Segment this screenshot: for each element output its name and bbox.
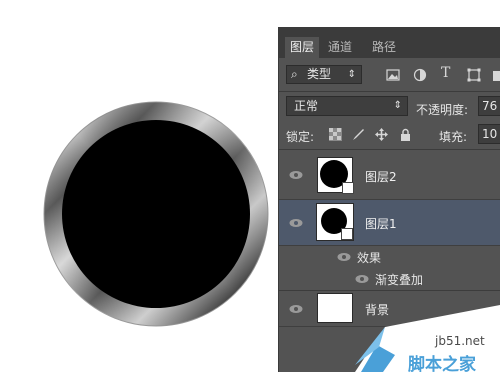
panel-tab-bar: 图层 通道 路径 (279, 28, 500, 58)
watermark-site: jb51.net (435, 334, 485, 348)
opacity-input[interactable]: 76 (478, 96, 500, 116)
tab-layers[interactable]: 图层 (285, 37, 319, 58)
effects-label: 效果 (357, 251, 382, 265)
layer-filter-row: ⌕ 类型 ⇕ T (279, 60, 500, 90)
lock-position-icon[interactable] (375, 128, 388, 141)
stepper-arrows-icon: ⇕ (347, 69, 356, 80)
shape-filter-icon[interactable] (467, 68, 481, 82)
fill-input[interactable]: 10 (478, 124, 500, 144)
effect-name: 渐变叠加 (375, 273, 424, 287)
opacity-label: 不透明度: (416, 103, 469, 117)
visibility-eye-icon[interactable] (289, 304, 303, 314)
visibility-eye-icon[interactable] (289, 170, 303, 180)
watermark-text: 脚本之家 (408, 355, 476, 375)
blend-row: 正常 ⇕ 不透明度: 76 (279, 92, 500, 120)
layer-row-layer1[interactable]: 图层1 (279, 200, 500, 246)
layer-name: 图层1 (365, 217, 397, 231)
visibility-eye-icon[interactable] (289, 218, 303, 228)
lock-transparency-icon[interactable] (329, 128, 342, 141)
document-canvas[interactable] (0, 0, 278, 372)
lock-row: 锁定: 填充: 10 (279, 122, 500, 148)
lock-label: 锁定: (286, 130, 315, 144)
stepper-arrows-icon: ⇕ (393, 100, 402, 111)
type-filter-icon[interactable]: T (441, 66, 455, 80)
smart-filter-badge-icon (341, 228, 353, 240)
layer-thumbnail (316, 203, 354, 241)
visibility-eye-icon[interactable] (337, 252, 351, 262)
blend-mode-value: 正常 (294, 99, 319, 113)
filter-kind-select[interactable]: ⌕ 类型 ⇕ (286, 65, 362, 84)
filter-kind-label: 类型 (307, 67, 332, 81)
effect-gradient-overlay-row[interactable]: 渐变叠加 (279, 268, 500, 290)
smart-filter-badge-icon (342, 182, 354, 194)
layer-thumbnail (317, 157, 354, 194)
tab-paths[interactable]: 路径 (367, 37, 407, 58)
smart-object-filter-icon[interactable] (491, 68, 500, 82)
effects-row[interactable]: 效果 (279, 246, 500, 268)
adjustment-filter-icon[interactable] (413, 68, 427, 82)
search-icon: ⌕ (291, 67, 298, 81)
blend-mode-select[interactable]: 正常 ⇕ (286, 96, 408, 116)
fill-label: 填充: (439, 130, 468, 144)
tab-channels[interactable]: 通道 (323, 37, 363, 58)
metal-button-artwork (43, 101, 269, 327)
layer-row-layer2[interactable]: 图层2 (279, 150, 500, 200)
image-filter-icon[interactable] (386, 68, 400, 82)
visibility-eye-icon[interactable] (355, 274, 369, 284)
inner-black-disc (62, 120, 250, 308)
lock-paint-icon[interactable] (352, 128, 365, 141)
layer-thumbnail (317, 293, 353, 323)
lock-all-icon[interactable] (399, 128, 412, 141)
layer-name: 图层2 (365, 170, 397, 184)
